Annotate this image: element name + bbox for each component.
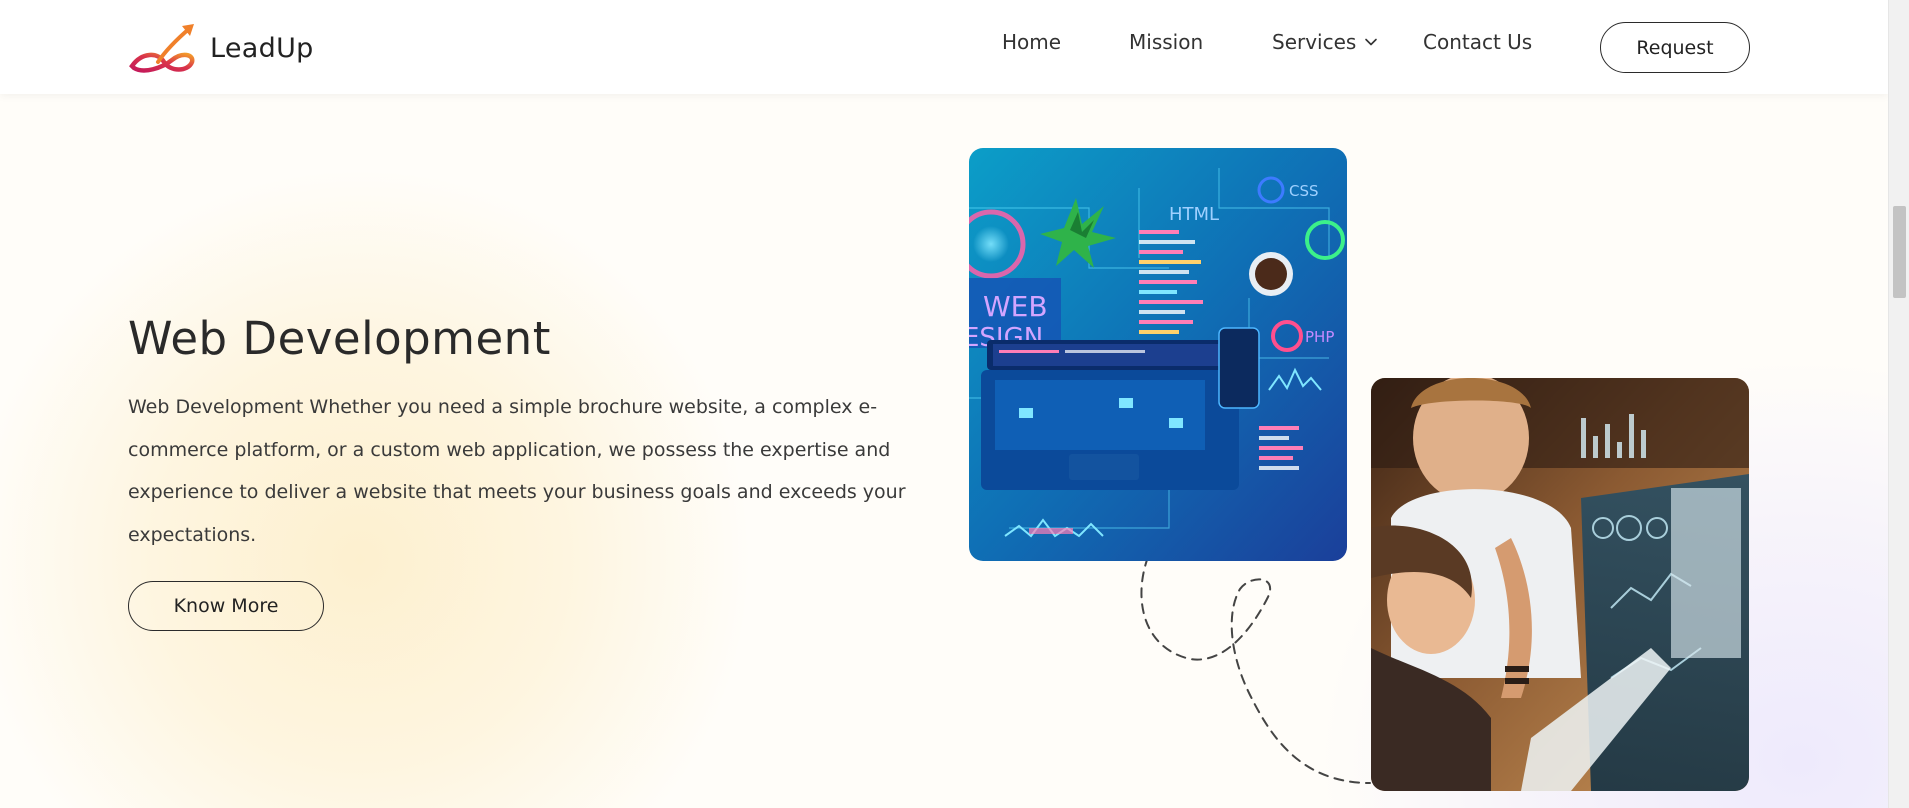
nav-item-services[interactable]: Services — [1272, 30, 1378, 54]
css-label: CSS — [1289, 182, 1319, 200]
page-scrollbar[interactable] — [1888, 0, 1909, 808]
team-photo — [1371, 378, 1749, 791]
nav-item-contact-us[interactable]: Contact Us — [1423, 30, 1532, 54]
nav-item-label: Contact Us — [1423, 30, 1533, 54]
hero-title: Web Development — [128, 312, 551, 365]
team-photo-artwork — [1371, 378, 1749, 791]
infinity-arrow-logo-icon — [129, 24, 195, 73]
nav-item-mission[interactable]: Mission — [1129, 30, 1203, 54]
nav-item-label: Services — [1272, 30, 1357, 54]
know-more-button[interactable]: Know More — [128, 581, 324, 631]
dashed-connector-line — [1140, 556, 1371, 784]
brand-logo[interactable]: LeadUp — [128, 22, 314, 74]
web-label: WEB — [983, 290, 1048, 323]
php-label: PHP — [1305, 328, 1334, 346]
site-header: LeadUp Home Mission Services Contact Us … — [0, 0, 1888, 94]
hero-description: Web Development Whether you need a simpl… — [128, 396, 906, 546]
web-dev-artwork: HTML CSS PHP WEB ESIGN — [969, 148, 1347, 561]
nav-item-label: Home — [1002, 30, 1062, 54]
chevron-down-icon — [1365, 38, 1378, 46]
nav-item-home[interactable]: Home — [1002, 30, 1061, 54]
brand-name: LeadUp — [210, 32, 314, 64]
web-development-illustration: HTML CSS PHP WEB ESIGN — [969, 148, 1347, 561]
html-label: HTML — [1169, 204, 1219, 225]
nav-item-label: Mission — [1129, 30, 1204, 54]
scrollbar-thumb[interactable] — [1893, 206, 1906, 298]
request-button[interactable]: Request — [1600, 22, 1750, 73]
